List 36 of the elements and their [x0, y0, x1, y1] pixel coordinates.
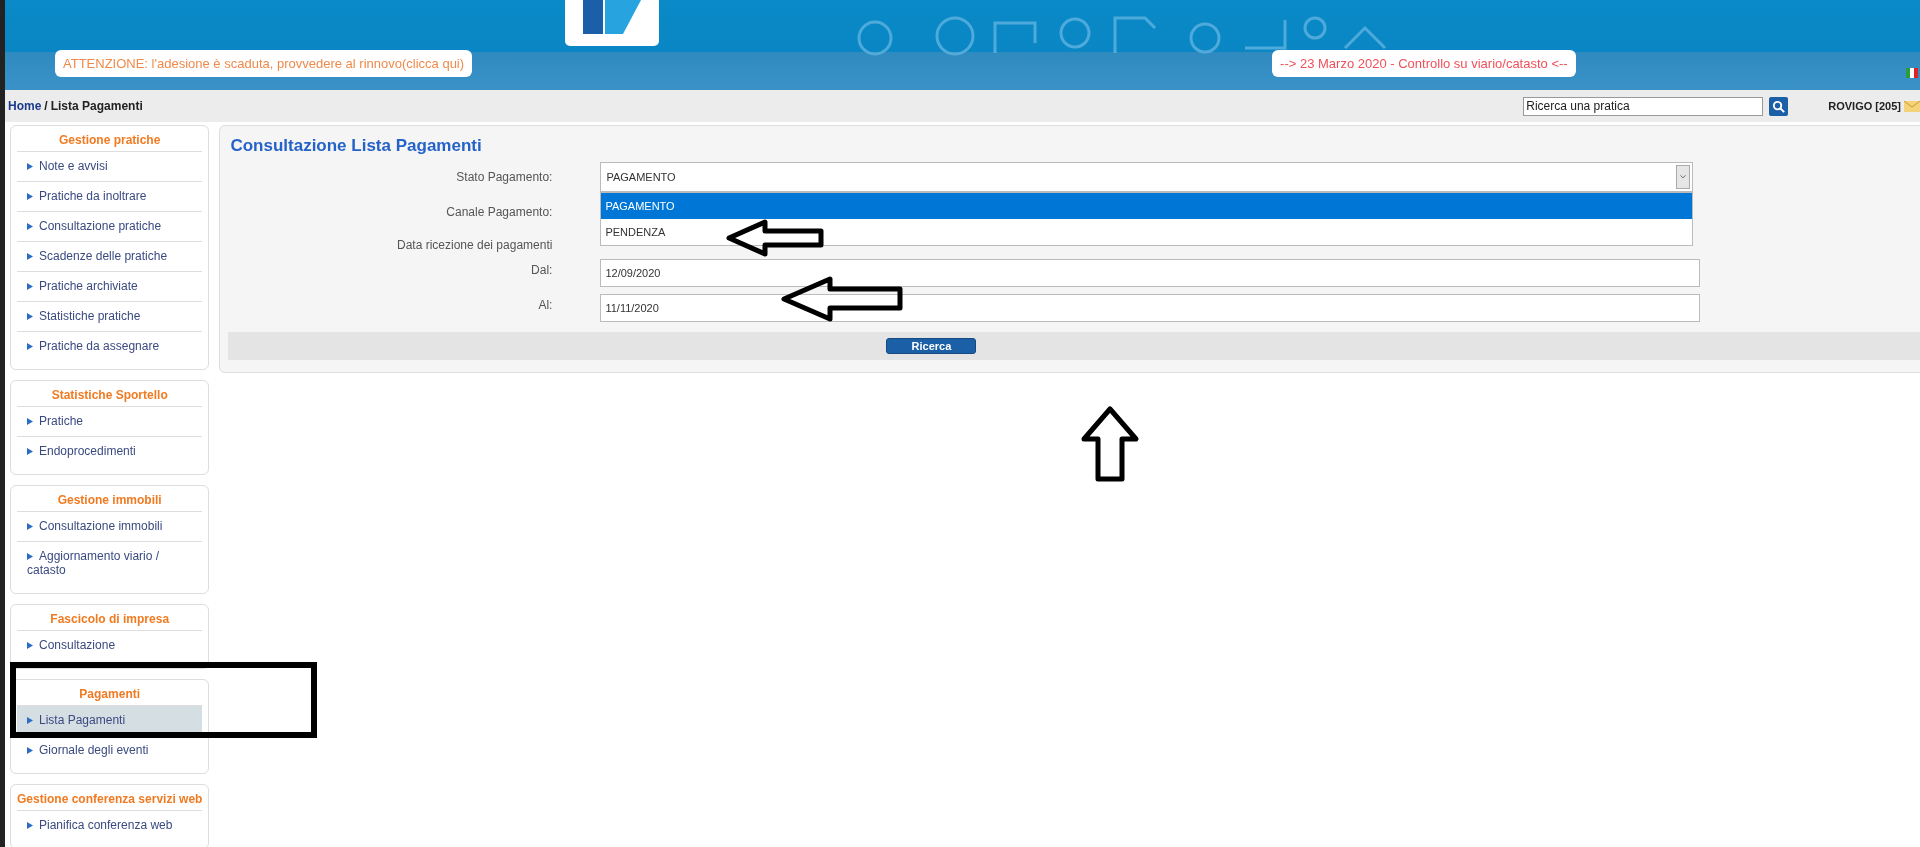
date-field[interactable]: 11/11/2020: [600, 294, 1701, 322]
breadcrumb-current: Lista Pagamenti: [50, 99, 143, 113]
search-field[interactable]: Ricerca una pratica: [1523, 96, 1764, 116]
field-label: Stato Pagamento:: [455, 169, 554, 184]
menu-heading: Statistiche Sportello: [17, 384, 203, 407]
menu-item[interactable]: Aggiornamento viario / catasto: [17, 542, 203, 585]
breadcrumb-separator: /: [44, 99, 48, 113]
notice-banner[interactable]: --> 23 Marzo 2020 - Controllo su viario/catasto <--: [1272, 50, 1576, 77]
search-button[interactable]: Ricerca: [886, 338, 977, 354]
menu-item[interactable]: Statistiche pratiche: [17, 302, 203, 332]
menu-item[interactable]: Consultazione: [17, 631, 203, 660]
menu-heading: Gestione pratiche: [17, 129, 203, 152]
dropdown[interactable]: PAGAMENTO: [600, 162, 1694, 192]
menu-item[interactable]: Pianifica conferenza web: [17, 811, 203, 840]
menu-item[interactable]: Pratiche da assegnare: [17, 332, 203, 361]
field-label: Al:: [537, 297, 554, 312]
menu-heading: Gestione conferenza servizi web: [17, 788, 203, 811]
menu-item[interactable]: Pratiche da inoltrare: [17, 182, 203, 212]
section-label: Data ricezione dei pagamenti: [395, 237, 554, 252]
menu-item[interactable]: Consultazione immobili: [17, 512, 203, 542]
menu-item[interactable]: Pratiche archiviate: [17, 272, 203, 302]
date-field[interactable]: 12/09/2020: [600, 259, 1701, 287]
menu-heading: Gestione immobili: [17, 489, 203, 512]
menu-heading: Fascicolo di impresa: [17, 608, 203, 631]
dropdown-option[interactable]: PAGAMENTO: [601, 193, 1693, 219]
menu-item[interactable]: Pratiche: [17, 407, 203, 437]
menu-item[interactable]: Scadenze delle pratiche: [17, 242, 203, 272]
breadcrumb-link[interactable]: Home: [8, 99, 42, 113]
user-label: ROVIGO [205]: [1828, 100, 1901, 112]
menu-item[interactable]: Note e avvisi: [17, 152, 203, 182]
field-label: Dal:: [530, 262, 554, 277]
menu-item[interactable]: Endoprocedimenti: [17, 437, 203, 466]
menu-item[interactable]: Consultazione pratiche: [17, 212, 203, 242]
menu-item[interactable]: Giornale degli eventi: [17, 736, 203, 765]
panel-title: Consultazione Lista Pagamenti: [229, 136, 483, 156]
field-label: Canale Pagamento:: [445, 204, 554, 219]
